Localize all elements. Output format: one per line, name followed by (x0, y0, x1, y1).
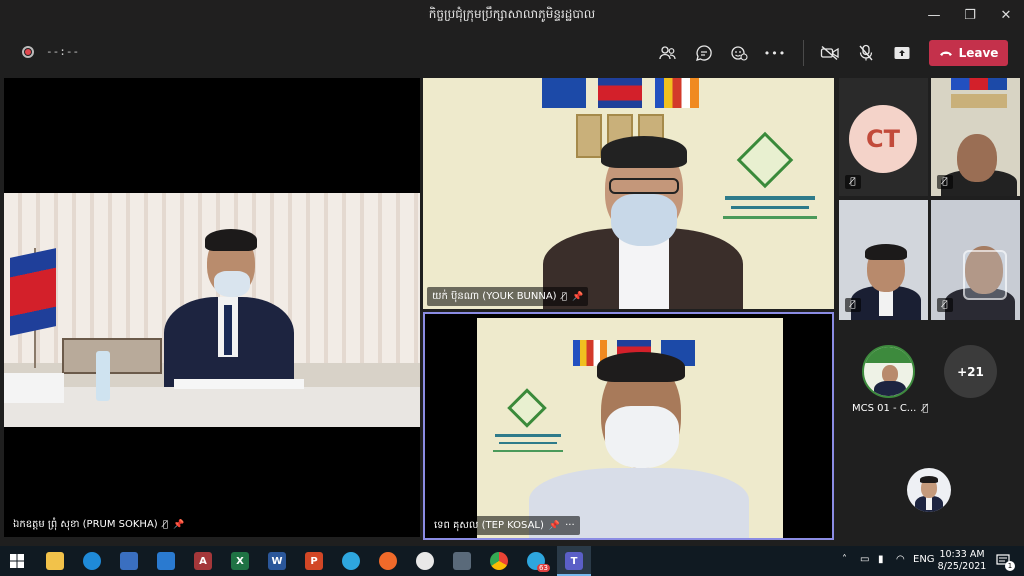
language-indicator[interactable]: ENG (913, 554, 935, 565)
edge-icon[interactable] (83, 552, 101, 570)
mic-muted-icon: 🎙̸ (937, 175, 953, 189)
participant-label: យក់ ប៊ុនណា (YOUK BUNNA) 🎙̸ 📌 (427, 287, 589, 306)
store-icon[interactable] (120, 552, 138, 570)
telegram-badge: 63 (537, 564, 550, 572)
camera-app-icon[interactable] (453, 552, 471, 570)
close-button[interactable]: ✕ (988, 0, 1024, 30)
pin-icon[interactable]: 📌 (572, 292, 583, 302)
chat-icon[interactable] (693, 42, 715, 64)
telegram-icon[interactable] (342, 552, 360, 570)
windows-taskbar: A X W P 63 T ˄ ▭ ▮ ◠ ENG 10:33 AM 8/25/2… (0, 546, 1024, 576)
mcs-participant-label: MCS 01 - C... 🎙̸ (852, 403, 928, 414)
camera-off-icon[interactable] (819, 42, 841, 64)
file-explorer-icon[interactable] (46, 552, 64, 570)
school-logo (736, 131, 794, 189)
wifi-icon[interactable]: ◠ (896, 554, 905, 565)
meeting-timer: --:-- (46, 45, 80, 58)
meeting-toolbar: --:-- ••• Leave (0, 30, 1024, 76)
access-icon[interactable]: A (194, 552, 212, 570)
notification-badge: 1 (1005, 561, 1015, 571)
hangup-icon (939, 51, 952, 56)
mic-muted-icon: 🎙̸ (162, 519, 169, 530)
school-logo (507, 388, 547, 428)
more-options-icon[interactable]: ••• (764, 42, 786, 64)
excel-icon[interactable]: X (231, 552, 249, 570)
powerpoint-icon[interactable]: P (305, 552, 323, 570)
mic-muted-icon: 🎙̸ (922, 403, 929, 414)
clock[interactable]: 10:33 AM 8/25/2021 (936, 549, 988, 573)
battery-icon[interactable]: ▮ (878, 554, 884, 565)
participant-label: ឯកឧត្តម ព្រុំ សុខា (PRUM SOKHA) 🎙̸ 📌 (8, 515, 190, 534)
mcs-avatar[interactable] (862, 345, 915, 398)
word-icon[interactable]: W (268, 552, 286, 570)
tray-chevron-icon[interactable]: ˄ (842, 554, 847, 565)
sidebar-tile-elder[interactable]: 🎙̸ (931, 78, 1020, 196)
tile-more-options-icon[interactable]: ··· (565, 520, 575, 531)
more-participants-button[interactable]: +21 (944, 345, 997, 398)
pin-icon[interactable]: 📌 (549, 521, 560, 531)
minimize-button[interactable]: — (916, 0, 952, 30)
mic-muted-icon: 🎙̸ (845, 298, 861, 312)
video-feed (4, 193, 420, 427)
window-title: កិច្ចប្រជុំក្រុមប្រឹក្សាសាលាភូមិន្ទរដ្ឋប… (428, 7, 596, 21)
title-bar: កិច្ចប្រជុំក្រុមប្រឹក្សាសាលាភូមិន្ទរដ្ឋប… (0, 0, 1024, 30)
mic-muted-icon: 🎙̸ (845, 175, 861, 189)
ct-avatar: CT (849, 105, 917, 173)
network-icon[interactable]: ▭ (860, 554, 869, 565)
cambodia-flag (10, 248, 56, 336)
clock-date: 8/25/2021 (937, 561, 987, 572)
participant-name: យក់ ប៊ុនណា (YOUK BUNNA) (432, 291, 557, 302)
maximize-button[interactable]: ❐ (952, 0, 988, 30)
sidebar-tile-participant-4[interactable]: 🎙̸ (931, 200, 1020, 320)
toolbar-divider (803, 40, 804, 66)
mic-muted-icon: 🎙̸ (561, 291, 567, 302)
leave-label: Leave (958, 46, 999, 60)
video-feed (477, 318, 783, 538)
self-view-avatar[interactable] (907, 468, 951, 512)
window-controls: — ❐ ✕ (916, 0, 1024, 30)
recording-icon (22, 46, 34, 58)
share-screen-icon[interactable] (891, 42, 913, 64)
windows-start-icon[interactable] (8, 552, 26, 570)
participant-name: MCS 01 - C... (852, 403, 917, 414)
firefox-icon[interactable] (379, 552, 397, 570)
video-tile-tep-kosal[interactable]: ទេព គុសល (TEP KOSAL) 📌 ··· (423, 312, 834, 540)
pin-icon[interactable]: 📌 (173, 520, 184, 530)
participant-name: ទេព គុសល (TEP KOSAL) (434, 520, 544, 531)
clock-time: 10:33 AM (939, 549, 985, 560)
participant-name: ឯកឧត្តម ព្រុំ សុខា (PRUM SOKHA) (13, 519, 158, 530)
snipping-tool-icon[interactable] (416, 552, 434, 570)
participants-icon[interactable] (657, 42, 679, 64)
reactions-icon[interactable] (728, 42, 750, 64)
leave-button[interactable]: Leave (929, 40, 1008, 66)
chrome-icon[interactable] (490, 552, 508, 570)
teams-icon[interactable]: T (565, 552, 583, 570)
video-tile-youk-bunna[interactable]: យក់ ប៊ុនណា (YOUK BUNNA) 🎙̸ 📌 (423, 78, 834, 309)
mic-off-icon[interactable] (855, 42, 877, 64)
mic-muted-icon: 🎙̸ (937, 298, 953, 312)
mail-icon[interactable] (157, 552, 175, 570)
teams-meeting-window: កិច្ចប្រជុំក្រុមប្រឹក្សាសាលាភូមិន្ទរដ្ឋប… (0, 0, 1024, 576)
video-tile-prum-sokha[interactable]: ឯកឧត្តម ព្រុំ សុខា (PRUM SOKHA) 🎙̸ 📌 (4, 78, 420, 537)
participant-label: ទេព គុសល (TEP KOSAL) 📌 ··· (429, 516, 580, 535)
sidebar-tile-participant-3[interactable]: 🎙̸ (839, 200, 928, 320)
